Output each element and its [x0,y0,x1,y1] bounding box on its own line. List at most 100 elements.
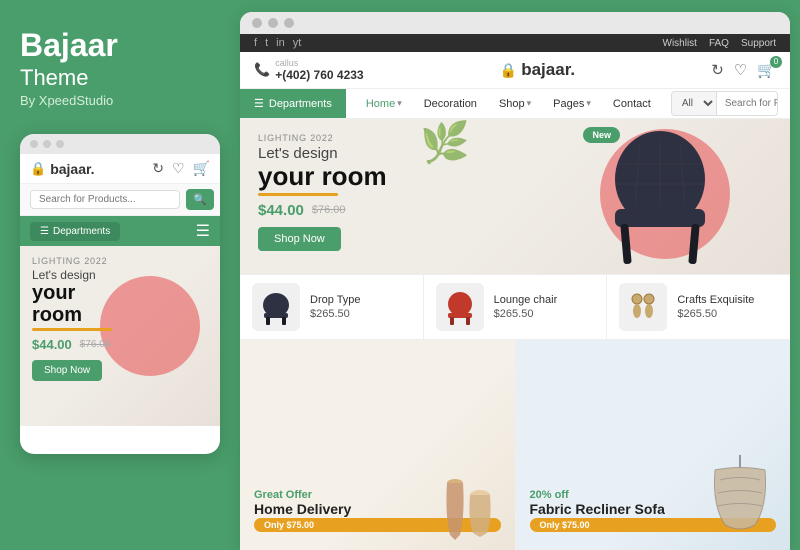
mobile-logo: 🔒 bajaar. [30,161,95,177]
linkedin-icon[interactable]: in [276,37,285,49]
mobile-hero-tag: LIGHTING 2022 [32,256,108,266]
support-link[interactable]: Support [741,38,776,49]
product-price-1: $265.50 [494,308,558,320]
hero-shop-button[interactable]: Shop Now [258,227,341,251]
desktop-dot-3 [284,18,294,28]
mobile-menu-icon: ☰ [196,221,210,241]
chair-svg [580,124,740,274]
hanging-chair-svg [700,455,780,545]
bottom-card-1[interactable]: 20% off Fabric Recliner Sofa Only $75.00 [516,340,791,550]
mobile-banner: LIGHTING 2022 Let's design your room $44… [20,246,220,426]
desktop-top-links: Wishlist FAQ Support [663,38,777,49]
hero-underline [258,193,338,196]
product-info-0: Drop Type $265.50 [310,294,361,320]
product-card-0[interactable]: Drop Type $265.50 [240,275,424,339]
product-price-0: $265.50 [310,308,361,320]
hero-new-badge: New [583,127,620,143]
brand-title: Bajaar [20,28,220,63]
product-card-2[interactable]: Crafts Exquisite $265.50 [607,275,790,339]
product-chair-svg-0 [256,287,296,327]
mobile-refresh-icon: ↻ [152,160,164,177]
desktop-hero-content: LIGHTING 2022 Let's design your room $44… [240,119,515,265]
mobile-hero-line2: your [32,282,108,304]
desktop-hero-banner: 🌿 LIGHTING 2022 Let's design your room $… [240,119,790,274]
mobile-hero-underline [32,328,112,331]
mobile-hero-line1: Let's design [32,268,108,282]
desktop-phone: 📞 callus +(402) 760 4233 [254,58,364,82]
mobile-dot-2 [43,140,51,148]
desktop-cart[interactable]: 🛒 0 [757,61,776,80]
wishlist-link[interactable]: Wishlist [663,38,697,49]
hero-tag: LIGHTING 2022 [258,133,497,143]
mobile-nav-bar: ☰ Departments ☰ [20,216,220,246]
hamburger-icon: ☰ [40,226,49,237]
desktop-dot-2 [268,18,278,28]
callus-label: callus [275,58,363,68]
mobile-header: 🔒 bajaar. ↻ ♡ 🛒 [20,154,220,184]
hero-old-price: $76.00 [312,204,346,216]
vase-decoration [435,465,505,550]
desktop-refresh-icon[interactable]: ↻ [711,61,724,79]
hero-line2: your room [258,162,497,191]
bottom-card-0[interactable]: Great Offer Home Delivery Only $75.00 [240,340,516,550]
desktop-hamburger-icon: ☰ [254,97,264,110]
hanging-chair-decoration [700,455,780,550]
desktop-dot-1 [252,18,262,28]
brand-by: By XpeedStudio [20,93,220,108]
mobile-shop-button[interactable]: Shop Now [32,360,102,381]
mobile-heart-icon: ♡ [172,160,185,177]
mobile-logo-text: bajaar. [50,161,94,177]
nav-link-pages[interactable]: Pages▾ [543,90,601,118]
desktop-logo: 🔒 bajaar. [500,60,575,80]
desktop-heart-icon[interactable]: ♡ [734,61,747,79]
desktop-top-bar: f t in yt Wishlist FAQ Support [240,34,790,52]
product-info-1: Lounge chair $265.50 [494,294,558,320]
mobile-old-price: $76.00 [80,339,111,350]
product-price-2: $265.50 [677,308,754,320]
product-card-1[interactable]: Lounge chair $265.50 [424,275,608,339]
mobile-price-row: $44.00 $76.00 [32,337,108,352]
mobile-hero-line3: room [32,304,108,326]
facebook-icon[interactable]: f [254,37,257,49]
mobile-hero-content: LIGHTING 2022 Let's design your room $44… [20,246,120,391]
faq-link[interactable]: FAQ [709,38,729,49]
cart-count: 0 [770,56,782,68]
desktop-search-input[interactable] [717,93,778,114]
twitter-icon[interactable]: t [265,37,268,49]
mobile-cart-icon: 🛒 [193,160,210,177]
search-category-select[interactable]: All [672,92,717,115]
product-name-0: Drop Type [310,294,361,306]
desktop-header-right: ↻ ♡ 🛒 0 [711,61,776,80]
desktop-nav: ☰ Departments Home▾ Decoration Shop▾ Pag… [240,89,790,119]
nav-link-shop[interactable]: Shop▾ [489,90,541,118]
brand-section: Bajaar Theme By XpeedStudio [20,28,220,108]
mobile-dept-label: Departments [53,226,110,237]
product-earring-svg [623,287,663,327]
desktop-dept-label: Departments [269,98,332,110]
nav-link-decoration[interactable]: Decoration [414,90,487,118]
mobile-dot-3 [56,140,64,148]
nav-link-home[interactable]: Home▾ [356,90,412,118]
mobile-search-button[interactable]: 🔍 [186,189,214,210]
youtube-icon[interactable]: yt [293,37,302,49]
mobile-departments-button[interactable]: ☰ Departments [30,222,120,241]
mobile-lock-icon: 🔒 [30,161,46,177]
desktop-social-icons: f t in yt [254,37,301,49]
mobile-title-bar [20,134,220,154]
products-row: Drop Type $265.50 Lounge chair $265.50 [240,274,790,339]
nav-link-contact[interactable]: Contact [603,90,661,118]
product-thumb-2 [619,283,667,331]
desktop-header: 📞 callus +(402) 760 4233 🔒 bajaar. ↻ ♡ 🛒… [240,52,790,89]
bottom-row: Great Offer Home Delivery Only $75.00 20… [240,339,790,550]
product-chair-svg-1 [440,287,480,327]
mobile-search-input[interactable] [30,190,180,209]
mobile-header-icons: ↻ ♡ 🛒 [152,160,210,177]
desktop-logo-text: bajaar. [521,60,575,80]
phone-icon: 📞 [254,62,270,78]
desktop-title-bar [240,12,790,34]
desktop-departments-button[interactable]: ☰ Departments [240,89,346,118]
brand-subtitle: Theme [20,65,220,91]
mobile-dot-1 [30,140,38,148]
desktop-nav-links: Home▾ Decoration Shop▾ Pages▾ Contact [346,90,671,118]
mobile-mockup: 🔒 bajaar. ↻ ♡ 🛒 🔍 ☰ Departments ☰ LIGHTI… [20,134,220,454]
